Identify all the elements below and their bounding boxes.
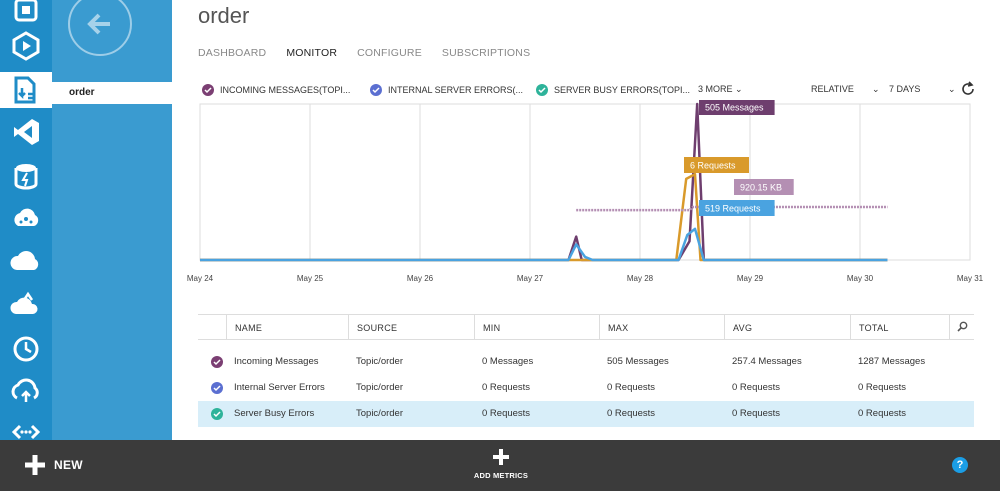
storage-icon[interactable] <box>8 158 44 194</box>
series-line <box>200 227 888 262</box>
back-button[interactable] <box>68 0 132 56</box>
arrow-left-icon <box>87 13 110 35</box>
check-icon[interactable] <box>211 382 223 394</box>
cell-name: Server Busy Errors <box>234 408 315 419</box>
cell-avg: 257.4 Messages <box>732 356 802 367</box>
plus-icon <box>25 455 45 475</box>
x-tick-label: May 29 <box>737 274 764 283</box>
tooltip-callout-label: 519 Requests <box>705 204 761 214</box>
cell-max: 0 Requests <box>607 408 656 419</box>
cell-source: Topic/order <box>356 382 403 393</box>
table-row[interactable]: Incoming Messages Topic/order 0 Messages… <box>198 349 974 375</box>
column-header-source[interactable]: SOURCE <box>348 315 474 340</box>
metric-chip-label: INTERNAL SERVER ERRORS(... <box>388 85 524 95</box>
item-panel: order <box>52 0 172 440</box>
mobile-services-icon[interactable] <box>8 286 44 322</box>
tab-bar: DASHBOARD MONITOR CONFIGURE SUBSCRIPTION… <box>198 47 530 59</box>
metric-chip-incoming-messages[interactable]: INCOMING MESSAGES(TOPI... <box>202 84 350 96</box>
scheduler-icon[interactable] <box>8 330 44 366</box>
check-icon <box>536 84 548 96</box>
tab-subscriptions[interactable]: SUBSCRIPTIONS <box>442 47 530 59</box>
cell-source: Topic/order <box>356 408 403 419</box>
cell-total: 1287 Messages <box>858 356 926 367</box>
cell-avg: 0 Requests <box>732 408 781 419</box>
media-services-icon[interactable] <box>8 28 44 64</box>
chevron-down-icon[interactable]: ⌄ <box>872 84 880 95</box>
tab-monitor[interactable]: MONITOR <box>286 47 337 59</box>
metrics-chart: May 24 May 25 May 26 May 27 May 28 May 29 May … <box>187 100 984 283</box>
more-metrics-dropdown[interactable]: 3 MORE ⌄ <box>698 84 743 95</box>
column-header-total[interactable]: TOTAL <box>850 315 949 340</box>
service-icon-rail <box>0 0 52 440</box>
plot-frame <box>199 103 971 261</box>
service-bus-icon[interactable] <box>8 0 44 28</box>
check-icon <box>370 84 382 96</box>
x-tick-label: May 27 <box>517 274 544 283</box>
check-icon[interactable] <box>211 408 223 420</box>
refresh-icon[interactable] <box>960 81 976 97</box>
search-icon[interactable] <box>949 315 974 340</box>
add-metrics-label: ADD METRICS <box>473 471 529 480</box>
service-bus-active-icon[interactable] <box>0 72 52 108</box>
x-tick-label: May 30 <box>847 274 874 283</box>
column-header-name[interactable]: NAME <box>226 315 348 340</box>
panel-item-label: order <box>69 87 95 98</box>
cloud-services-icon[interactable] <box>8 242 44 278</box>
command-bar: NEW ADD METRICS ? <box>0 440 1000 491</box>
column-header-max[interactable]: MAX <box>599 315 724 340</box>
cell-max: 0 Requests <box>607 382 656 393</box>
x-tick-label: May 26 <box>407 274 434 283</box>
visual-studio-icon[interactable] <box>8 114 44 150</box>
panel-item-order[interactable]: order <box>52 82 172 104</box>
hdinsight-icon[interactable] <box>8 200 44 236</box>
new-button-label: NEW <box>54 458 83 472</box>
metric-selector-bar: INCOMING MESSAGES(TOPI... INTERNAL SERVE… <box>202 81 982 100</box>
check-icon[interactable] <box>211 356 223 368</box>
chevron-down-icon[interactable]: ⌄ <box>948 84 956 95</box>
table-header: NAME SOURCE MIN MAX AVG TOTAL <box>198 314 974 340</box>
cell-source: Topic/order <box>356 356 403 367</box>
cell-avg: 0 Requests <box>732 382 781 393</box>
metric-chip-server-busy-errors[interactable]: SERVER BUSY ERRORS(TOPI... <box>536 84 690 96</box>
column-header-avg[interactable]: AVG <box>724 315 850 340</box>
cell-total: 0 Requests <box>858 382 907 393</box>
chevron-down-icon: ⌄ <box>735 84 743 94</box>
add-metrics-button[interactable]: ADD METRICS <box>470 448 532 480</box>
cell-min: 0 Requests <box>482 408 531 419</box>
tab-dashboard[interactable]: DASHBOARD <box>198 47 266 59</box>
cell-name: Incoming Messages <box>234 356 319 367</box>
metric-chip-label: INCOMING MESSAGES(TOPI... <box>220 85 351 95</box>
x-tick-label: May 25 <box>297 274 324 283</box>
metrics-table: NAME SOURCE MIN MAX AVG TOTAL Incoming M… <box>198 314 974 427</box>
metric-chip-label: SERVER BUSY ERRORS(TOPI... <box>554 85 691 95</box>
new-button[interactable]: NEW <box>24 454 83 476</box>
tooltip-callout-label: 6 Requests <box>690 161 736 171</box>
more-metrics-label: 3 MORE <box>698 84 733 94</box>
header-spacer <box>198 315 226 340</box>
cell-min: 0 Requests <box>482 382 531 393</box>
relative-dropdown[interactable]: RELATIVE <box>811 84 854 94</box>
plus-icon <box>493 449 509 465</box>
cell-name: Internal Server Errors <box>234 382 325 393</box>
x-tick-label: May 28 <box>627 274 654 283</box>
x-tick-label: May 31 <box>957 274 984 283</box>
x-tick-label: May 24 <box>187 274 214 283</box>
cell-min: 0 Messages <box>482 356 534 367</box>
cell-total: 0 Requests <box>858 408 907 419</box>
backup-icon[interactable] <box>8 372 44 408</box>
tooltip-callout-label: 920.15 KB <box>740 183 782 193</box>
cell-max: 505 Messages <box>607 356 669 367</box>
page-title: order <box>198 3 250 28</box>
tooltip-callout-label: 505 Messages <box>705 103 764 113</box>
table-row[interactable]: Internal Server Errors Topic/order 0 Req… <box>198 375 974 401</box>
tab-configure[interactable]: CONFIGURE <box>357 47 422 59</box>
help-icon[interactable]: ? <box>952 457 968 473</box>
main-content: order DASHBOARD MONITOR CONFIGURE SUBSCR… <box>172 0 1000 440</box>
column-header-min[interactable]: MIN <box>474 315 599 340</box>
check-icon <box>202 84 214 96</box>
time-range-dropdown[interactable]: 7 DAYS <box>889 84 920 94</box>
table-row[interactable]: Server Busy Errors Topic/order 0 Request… <box>198 401 974 427</box>
metric-chip-internal-server-errors[interactable]: INTERNAL SERVER ERRORS(... <box>370 84 523 96</box>
